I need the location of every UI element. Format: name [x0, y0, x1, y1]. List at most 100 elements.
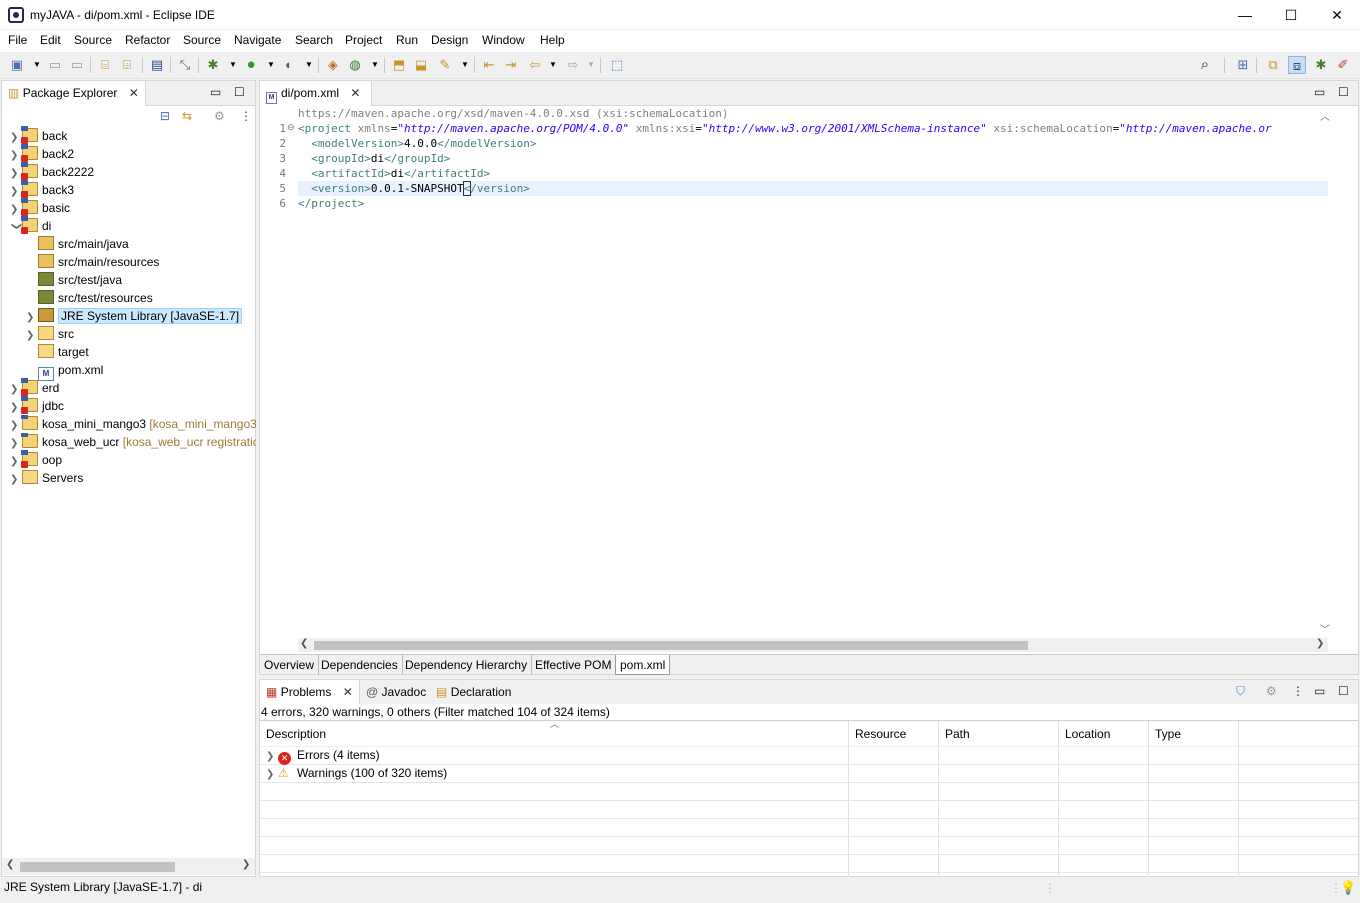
tab-pom-xml[interactable]: pom.xml — [615, 655, 671, 675]
tab-javadoc[interactable]: @ Javadoc — [366, 685, 426, 699]
prev-annotation-icon[interactable]: ⇤ — [480, 56, 498, 74]
menu-run[interactable]: Run — [396, 33, 418, 47]
run-dropdown-icon[interactable]: ▼ — [262, 56, 280, 74]
tree-item-oop[interactable]: ❯ oop — [10, 450, 62, 469]
chevron-right-icon[interactable]: ❯ — [10, 471, 22, 489]
tree-item-pom-xml[interactable]: Mpom.xml — [26, 361, 103, 381]
tab-declaration[interactable]: ▤ Declaration — [436, 685, 511, 699]
scroll-right-icon[interactable]: ❯ — [242, 859, 250, 870]
tab-problems[interactable]: ▦ Problems ✕ — [260, 680, 360, 704]
forward-icon[interactable]: ⇨ — [564, 56, 582, 74]
menu-refactor[interactable]: Refactor — [125, 33, 170, 47]
coverage-dropdown-icon[interactable]: ▼ — [300, 56, 318, 74]
tree-item-src-test-java[interactable]: src/test/java — [26, 271, 122, 289]
menu-window[interactable]: Window — [482, 33, 525, 47]
tree-item-target[interactable]: target — [26, 343, 89, 361]
java-perspective-icon[interactable]: ⧈ — [1288, 56, 1306, 74]
menu-navigate[interactable]: Navigate — [234, 33, 281, 47]
open-type-icon[interactable]: ⬒ — [390, 56, 408, 74]
column-description[interactable]: Description — [266, 727, 326, 741]
clean-icon[interactable]: ⌹ — [118, 56, 136, 74]
problems-row-warnings[interactable]: ❯ ⚠ Warnings (100 of 320 items) — [266, 764, 447, 782]
tree-item-src-main-java[interactable]: src/main/java — [26, 235, 129, 253]
chevron-right-icon[interactable]: ❯ — [266, 766, 278, 784]
tree-item-back2222[interactable]: ❯ back2222 — [10, 162, 94, 181]
scroll-left-icon[interactable]: ❮ — [300, 638, 308, 649]
minimize-editor-icon[interactable]: ▭ — [1314, 85, 1325, 99]
tree-item-jdbc[interactable]: ❯ jdbc — [10, 396, 64, 415]
scroll-up-icon[interactable]: ︿ — [1320, 108, 1330, 123]
pin-editor-icon[interactable]: ⬚ — [608, 56, 626, 74]
skip-breakpoints-icon[interactable]: ⤡ — [176, 56, 194, 74]
next-annotation-icon[interactable]: ⇥ — [502, 56, 520, 74]
close-tab-icon[interactable]: ✕ — [129, 86, 139, 100]
link-with-editor-icon[interactable]: ⇆ — [182, 109, 192, 123]
tab-effective-pom[interactable]: Effective POM — [531, 655, 617, 675]
problems-row-errors[interactable]: ❯ ✕ Errors (4 items) — [266, 746, 380, 765]
run-icon[interactable]: ● — [242, 56, 260, 74]
search-toolbar-icon[interactable]: ✎ — [436, 56, 454, 74]
search-icon[interactable]: ⌕ — [1196, 56, 1214, 74]
view-menu-icon[interactable]: ⋮ — [240, 109, 252, 123]
search-dropdown-icon[interactable]: ▼ — [456, 56, 474, 74]
back-dropdown-icon[interactable]: ▼ — [544, 56, 562, 74]
new-dropdown-icon[interactable]: ▼ — [28, 56, 46, 74]
maximize-view-icon[interactable]: ☐ — [234, 85, 245, 99]
tree-item-basic[interactable]: ❯ basic — [10, 198, 70, 217]
tree-item-src-main-resources[interactable]: src/main/resources — [26, 253, 159, 271]
design-perspective-icon[interactable]: ✐ — [1334, 56, 1352, 74]
save-icon[interactable]: ▭ — [46, 56, 64, 74]
collapse-all-icon[interactable]: ⊟ — [160, 109, 170, 123]
tab-di-pom-xml[interactable]: Mdi/pom.xml ✕ — [260, 81, 372, 106]
maximize-editor-icon[interactable]: ☐ — [1338, 85, 1349, 99]
save-all-icon[interactable]: ▭ — [68, 56, 86, 74]
tree-item-back[interactable]: ❯ back — [10, 126, 67, 145]
chevron-right-icon[interactable]: ❯ — [10, 435, 22, 451]
maximize-view-icon[interactable]: ☐ — [1338, 684, 1349, 698]
back-icon[interactable]: ⇦ — [526, 56, 544, 74]
chevron-right-icon[interactable]: ❯ — [10, 417, 22, 433]
scroll-down-icon[interactable]: ﹀ — [1320, 621, 1330, 636]
tree-item-back3[interactable]: ❯ back3 — [10, 180, 74, 199]
debug-perspective-icon[interactable]: ✱ — [1312, 56, 1330, 74]
coverage-icon[interactable]: ◐ — [280, 56, 298, 74]
tab-package-explorer[interactable]: ▥ Package Explorer ✕ — [2, 81, 146, 106]
tree-item-src-test-resources[interactable]: src/test/resources — [26, 289, 153, 307]
scroll-thumb[interactable] — [314, 641, 1028, 650]
minimize-view-icon[interactable]: ▭ — [1314, 684, 1325, 698]
open-perspective-icon[interactable]: ⊞ — [1234, 56, 1252, 74]
minimize-view-icon[interactable]: ▭ — [210, 85, 221, 99]
tab-overview[interactable]: Overview — [260, 655, 320, 675]
editor-hscrollbar[interactable]: ❮ ❯ — [298, 638, 1328, 652]
filter-icon[interactable]: ⛉ — [1236, 684, 1245, 699]
tab-dependencies[interactable]: Dependencies — [317, 655, 403, 675]
close-window-button[interactable]: ✕ — [1314, 0, 1360, 30]
build-icon[interactable]: ⌸ — [96, 56, 114, 74]
view-menu-icon[interactable]: ⋮ — [1292, 684, 1304, 698]
menu-source[interactable]: Source — [74, 33, 112, 47]
close-tab-icon[interactable]: ✕ — [350, 86, 360, 100]
close-tab-icon[interactable]: ✕ — [343, 685, 353, 699]
menu-source-2[interactable]: Source — [183, 33, 221, 47]
column-type[interactable]: Type — [1155, 727, 1181, 741]
maximize-button[interactable]: ☐ — [1268, 0, 1314, 30]
tree-item-erd[interactable]: ❯ erd — [10, 378, 59, 397]
console-icon[interactable]: ▤ — [148, 56, 166, 74]
java-ee-perspective-icon[interactable]: ⧉ — [1264, 56, 1282, 74]
menu-project[interactable]: Project — [345, 33, 382, 47]
debug-icon[interactable]: ✱ — [204, 56, 222, 74]
menu-file[interactable]: File — [8, 33, 27, 47]
new-class-dropdown-icon[interactable]: ▼ — [366, 56, 384, 74]
fold-icon[interactable]: ⊖ — [287, 122, 295, 133]
new-java-project-icon[interactable]: ◈ — [324, 56, 342, 74]
tree-item-back2[interactable]: ❯ back2 — [10, 144, 74, 163]
scroll-thumb[interactable] — [20, 862, 175, 872]
tree-item-di[interactable]: ❯ di — [10, 216, 51, 235]
forward-dropdown-icon[interactable]: ▼ — [582, 56, 600, 74]
tree-item-kosa-web-ucr[interactable]: ❯ kosa_web_ucr [kosa_web_ucr registratio — [10, 433, 256, 451]
column-resource[interactable]: Resource — [855, 727, 906, 741]
tree-item-src[interactable]: ❯ src — [26, 325, 74, 343]
package-explorer-hscrollbar[interactable]: ❮ ❯ — [2, 858, 255, 875]
column-path[interactable]: Path — [945, 727, 970, 741]
column-location[interactable]: Location — [1065, 727, 1110, 741]
